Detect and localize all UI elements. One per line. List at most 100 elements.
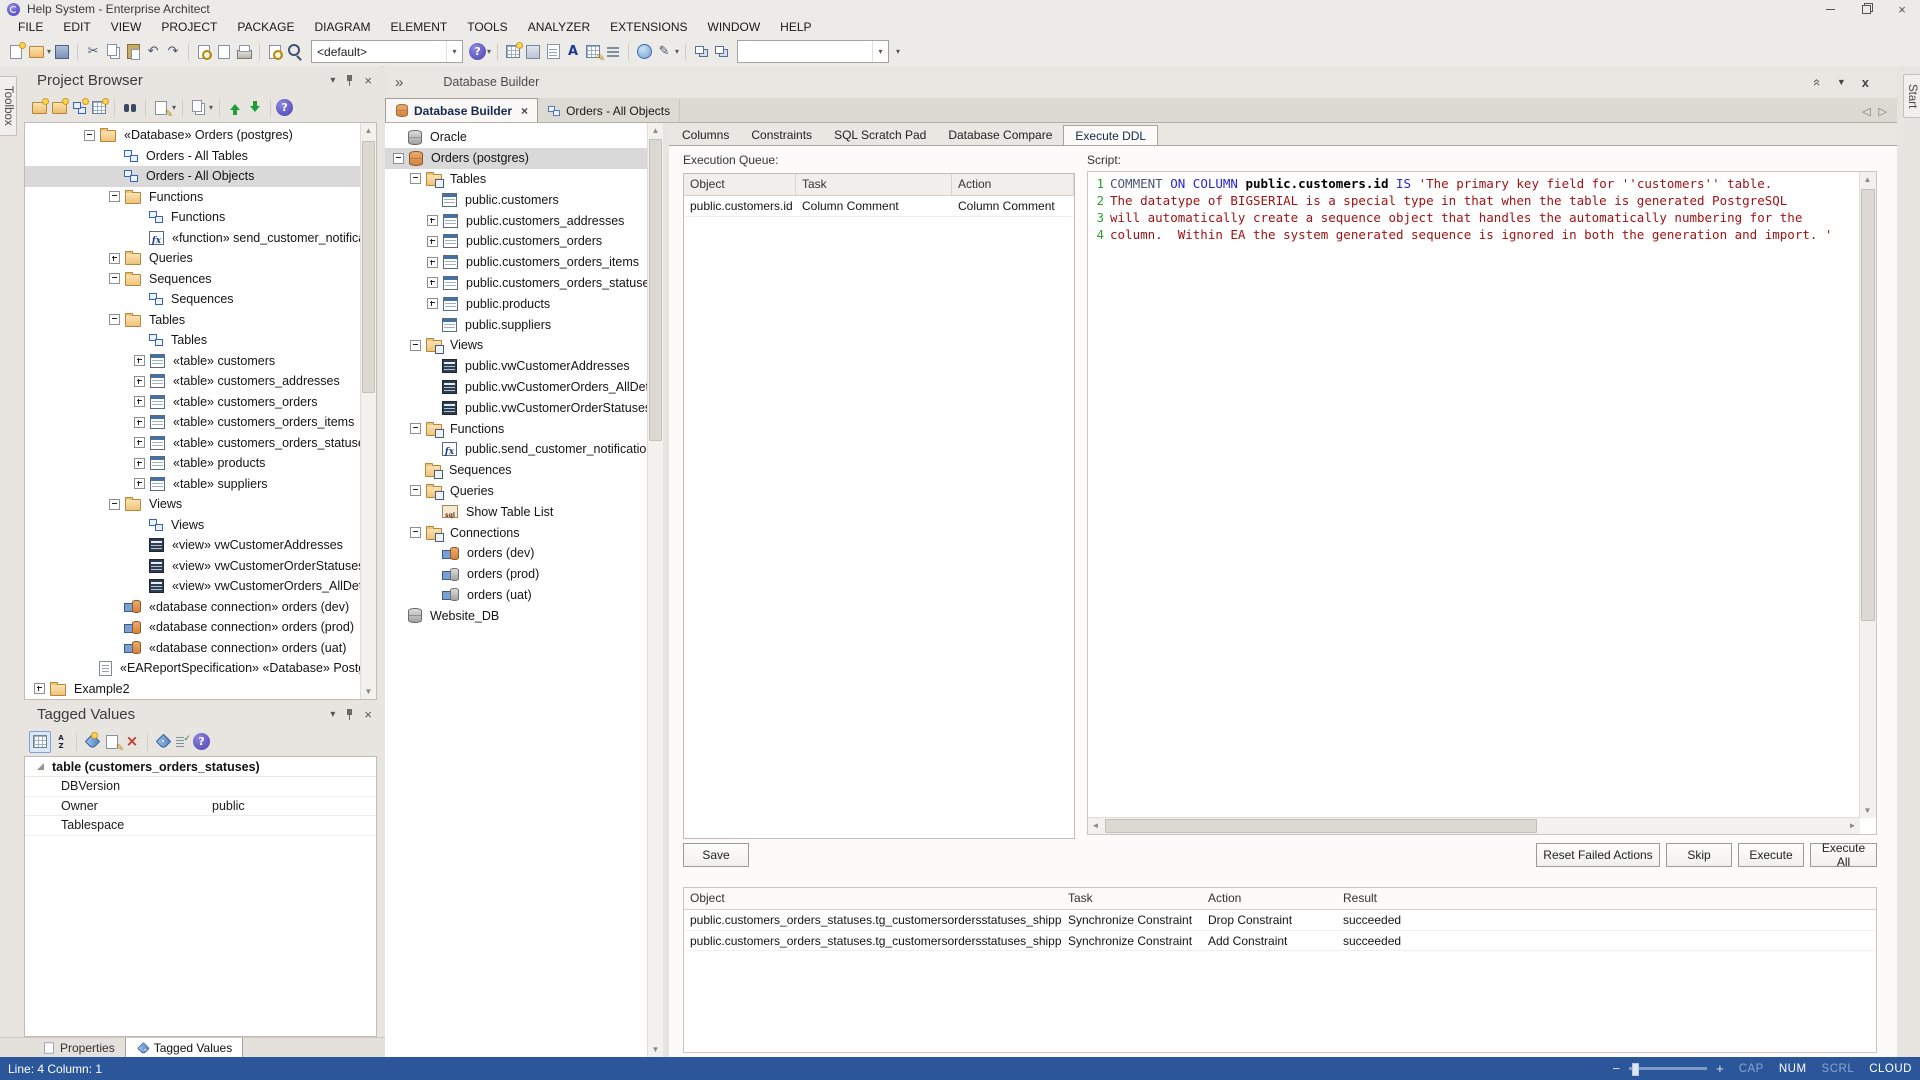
tree-item[interactable]: Queries (385, 481, 663, 502)
undo-icon[interactable]: ↶ (143, 42, 163, 62)
scrollbar-vertical[interactable]: ▲ ▼ (360, 123, 376, 699)
tree-item[interactable]: Queries (25, 248, 376, 269)
move-down-icon[interactable] (245, 98, 265, 118)
column-header[interactable]: Task (796, 174, 952, 195)
script-text-area[interactable]: 1COMMENT ON COLUMN public.customers.id I… (1088, 172, 1860, 818)
panel-menu-icon[interactable]: ▾ (330, 75, 335, 86)
tree-item[interactable]: «database connection» orders (dev) (25, 597, 376, 618)
restore-button[interactable] (1848, 0, 1884, 18)
tree-item[interactable]: public.vwCustomerOrderStatuses (385, 397, 663, 418)
close-panel-icon[interactable]: × (364, 73, 372, 88)
pin-icon[interactable] (345, 708, 354, 721)
expander-icon[interactable] (134, 478, 145, 489)
new-element-icon[interactable] (89, 98, 109, 118)
tree-item[interactable]: public.suppliers (385, 314, 663, 335)
dropdown-arrow-icon[interactable]: ▾ (47, 47, 51, 56)
expander-icon[interactable] (410, 340, 421, 351)
tree-item[interactable]: Tables (25, 330, 376, 351)
find-in-files-icon[interactable] (265, 42, 285, 62)
cut-icon[interactable]: ✂ (83, 42, 103, 62)
menu-extensions[interactable]: EXTENSIONS (600, 18, 697, 37)
expander-icon[interactable] (393, 153, 404, 164)
edit-tag-icon[interactable] (102, 732, 122, 752)
expander-icon[interactable] (134, 355, 145, 366)
tree-item[interactable]: Sequences (25, 269, 376, 290)
help-icon[interactable] (276, 99, 293, 116)
table-row[interactable]: public.customers_orders_statuses.tg_cust… (684, 931, 1876, 952)
scroll-down-icon[interactable]: ▼ (361, 684, 376, 699)
scrollbar-vertical[interactable]: ▲ ▼ (1859, 172, 1876, 818)
menu-file[interactable]: FILE (8, 18, 53, 37)
scroll-down-icon[interactable]: ▼ (648, 1042, 663, 1057)
new-document-icon[interactable] (214, 42, 234, 62)
tree-item[interactable]: «table» customers_orders (25, 392, 376, 413)
tree-item[interactable]: Views (25, 515, 376, 536)
expander-icon[interactable] (34, 683, 45, 694)
collapse-view-icon[interactable]: « (1810, 78, 1825, 85)
tab-execute-ddl[interactable]: Execute DDL (1063, 125, 1158, 146)
tree-item[interactable]: Tables (25, 310, 376, 331)
scroll-tabs-left-icon[interactable]: ◁ (1862, 105, 1870, 118)
scroll-up-icon[interactable]: ▲ (361, 123, 376, 138)
zoom-thumb[interactable] (1632, 1063, 1639, 1076)
tree-item[interactable]: Tables (385, 169, 663, 190)
tab-constraints[interactable]: Constraints (740, 125, 823, 145)
tree-item[interactable]: Oracle (385, 127, 663, 148)
tagged-value-row[interactable]: DBVersion (25, 777, 376, 797)
tree-item[interactable]: Views (25, 494, 376, 515)
matrix-icon[interactable] (583, 42, 603, 62)
panel-menu-icon[interactable]: ▾ (330, 709, 335, 720)
tagged-value-row[interactable]: Tablespace (25, 816, 376, 836)
tag-icon[interactable] (153, 732, 173, 752)
collapse-triangle-icon[interactable] (37, 763, 44, 770)
expander-icon[interactable] (410, 485, 421, 496)
list-view-icon[interactable] (603, 42, 623, 62)
workspace-icon[interactable] (691, 42, 711, 62)
tree-item[interactable]: «database connection» orders (prod) (25, 617, 376, 638)
pen-icon[interactable]: ✎ (654, 42, 674, 62)
expander-icon[interactable] (134, 396, 145, 407)
paste-icon[interactable] (123, 42, 143, 62)
expander-icon[interactable] (109, 253, 120, 264)
expander-icon[interactable] (134, 437, 145, 448)
close-panel-icon[interactable]: × (364, 707, 372, 722)
duplicate-icon[interactable] (188, 98, 208, 118)
expander-icon[interactable] (109, 499, 120, 510)
menu-edit[interactable]: EDIT (53, 18, 100, 37)
table-row[interactable]: public.customers_orders_statuses.tg_cust… (684, 910, 1876, 931)
find-in-browser-icon[interactable] (120, 98, 140, 118)
tree-item[interactable]: orders (dev) (385, 543, 663, 564)
toolbox-tab[interactable]: Toolbox (0, 76, 17, 136)
tree-item[interactable]: orders (prod) (385, 564, 663, 585)
menu-diagram[interactable]: DIAGRAM (305, 18, 381, 37)
table-row[interactable]: public.customers.idColumn CommentColumn … (684, 196, 1074, 217)
tree-item[interactable]: Orders - All Objects (25, 166, 376, 187)
tree-item[interactable]: Functions (25, 207, 376, 228)
menu-package[interactable]: PACKAGE (227, 18, 304, 37)
tree-item[interactable]: public.customers_addresses (385, 210, 663, 231)
status-toggle-num[interactable]: NUM (1779, 1063, 1807, 1075)
tree-item[interactable]: public.send_customer_notification (385, 439, 663, 460)
scrollbar-thumb[interactable] (1861, 189, 1875, 621)
dock-tab-properties[interactable]: Properties (32, 1038, 125, 1057)
scrollbar-thumb[interactable] (362, 141, 375, 393)
column-header[interactable]: Object (684, 888, 1062, 909)
tree-item[interactable]: Sequences (385, 460, 663, 481)
column-header[interactable]: Action (1202, 888, 1337, 909)
save-button[interactable]: Save (683, 843, 749, 867)
tab-database-compare[interactable]: Database Compare (937, 125, 1063, 145)
new-element-icon[interactable] (503, 42, 523, 62)
start-tab[interactable]: Start (1903, 74, 1920, 118)
tree-item[interactable]: «table» customers_orders_items (25, 412, 376, 433)
tagged-values-group-row[interactable]: table (customers_orders_statuses) (25, 757, 376, 777)
new-file-icon[interactable] (6, 42, 26, 62)
tree-item[interactable]: orders (uat) (385, 585, 663, 606)
expander-icon[interactable] (134, 376, 145, 387)
menu-view[interactable]: VIEW (101, 18, 152, 37)
edit-document-icon[interactable] (151, 98, 171, 118)
scrollbar-vertical[interactable]: ▲ ▼ (647, 123, 663, 1057)
expander-icon[interactable] (427, 277, 438, 288)
tree-item[interactable]: «database connection» orders (uat) (25, 638, 376, 659)
view-menu-icon[interactable]: ▼ (1837, 77, 1846, 87)
skip-button[interactable]: Skip (1666, 843, 1732, 867)
